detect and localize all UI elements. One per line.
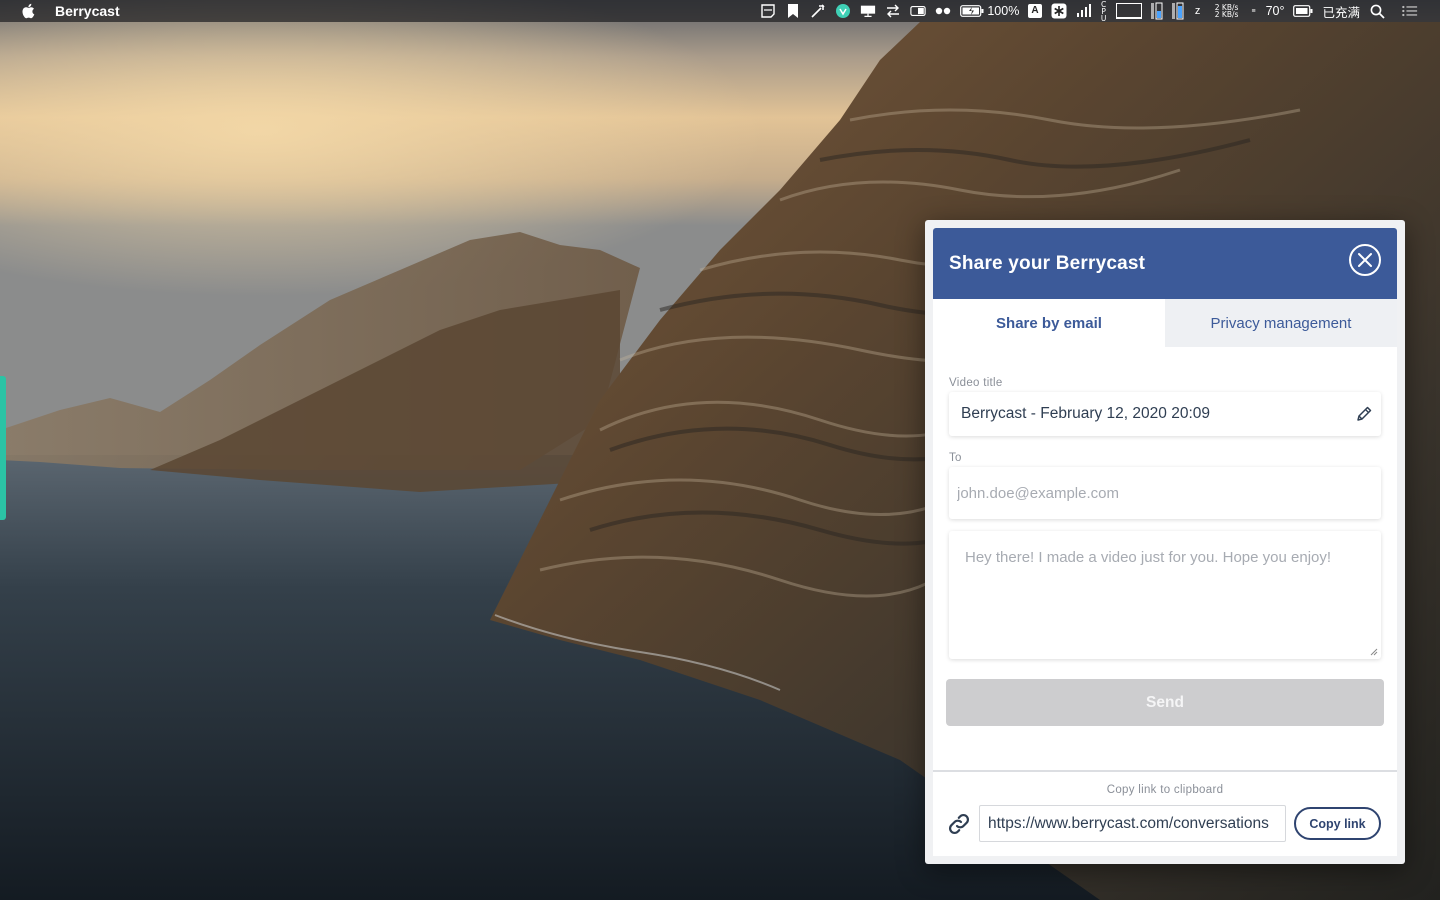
message-field[interactable] bbox=[949, 531, 1381, 659]
menu-bar: Berrycast 100% A C P U z 2 KB/s 2 KB/s ≡… bbox=[0, 0, 1440, 22]
dots-icon[interactable] bbox=[935, 4, 951, 18]
tab-privacy-management[interactable]: Privacy management bbox=[1165, 299, 1397, 347]
temp-icon: ≡ bbox=[1251, 7, 1256, 15]
asterisk-icon[interactable] bbox=[1051, 3, 1067, 19]
copy-link-label: Copy link to clipboard bbox=[1106, 784, 1224, 796]
panel-title: Share your Berrycast bbox=[949, 252, 1146, 274]
bookmark-icon[interactable] bbox=[785, 4, 801, 18]
video-title-field[interactable]: Berrycast - February 12, 2020 20:09 bbox=[949, 392, 1381, 436]
charge-status[interactable]: 已充满 bbox=[1322, 2, 1360, 21]
ssd-icon[interactable] bbox=[1150, 2, 1163, 20]
signal-icon[interactable] bbox=[1076, 4, 1092, 18]
share-form: Video title Berrycast - February 12, 202… bbox=[933, 377, 1397, 726]
share-popover: Share your Berrycast Share by email Priv… bbox=[925, 220, 1405, 864]
video-title-label: Video title bbox=[949, 377, 1003, 389]
share-url-field[interactable]: https://www.berrycast.com/conversations bbox=[979, 805, 1286, 842]
input-source-icon[interactable]: A bbox=[1028, 4, 1042, 18]
email-field-wrapper bbox=[949, 467, 1381, 519]
toggle-icon[interactable] bbox=[910, 4, 927, 18]
tab-share-by-email[interactable]: Share by email bbox=[933, 299, 1165, 347]
send-button[interactable]: Send bbox=[946, 679, 1384, 726]
battery-icon[interactable] bbox=[960, 4, 984, 18]
cpu-graph-icon[interactable] bbox=[1115, 3, 1142, 19]
message-field-wrapper bbox=[949, 531, 1381, 659]
edit-pencil-icon[interactable] bbox=[1355, 405, 1373, 423]
berrycast-side-tab[interactable] bbox=[0, 376, 6, 520]
vpn-icon[interactable] bbox=[835, 4, 851, 18]
sleep-icon[interactable]: z bbox=[1193, 4, 1203, 18]
cpu-label: C P U bbox=[1100, 0, 1107, 23]
copy-link-section: Copy link to clipboard https://www.berry… bbox=[933, 770, 1397, 856]
close-icon bbox=[1358, 253, 1372, 267]
transfer-icon[interactable] bbox=[885, 4, 901, 18]
search-icon[interactable] bbox=[1369, 4, 1385, 19]
notes-icon[interactable] bbox=[760, 4, 776, 18]
link-icon bbox=[948, 813, 970, 834]
close-button[interactable] bbox=[1349, 244, 1381, 276]
video-title-value: Berrycast - February 12, 2020 20:09 bbox=[961, 405, 1210, 422]
to-label: To bbox=[949, 452, 962, 464]
display-icon[interactable] bbox=[860, 4, 876, 18]
apple-icon[interactable] bbox=[21, 3, 35, 19]
email-field[interactable] bbox=[957, 467, 1381, 519]
resize-grip-icon[interactable] bbox=[1370, 648, 1378, 656]
disk-icon[interactable] bbox=[1171, 2, 1184, 20]
power-icon[interactable] bbox=[1293, 4, 1313, 18]
app-menu-name[interactable]: Berrycast bbox=[55, 3, 120, 19]
copy-link-button[interactable]: Copy link bbox=[1294, 807, 1381, 840]
temperature[interactable]: 70° bbox=[1266, 4, 1285, 18]
network-speed[interactable]: 2 KB/s 2 KB/s bbox=[1212, 4, 1242, 19]
status-area: 100% A C P U z 2 KB/s 2 KB/s ≡ 70° 已充满 bbox=[760, 0, 1440, 22]
share-tabs: Share by email Privacy management bbox=[933, 299, 1397, 347]
link-row: https://www.berrycast.com/conversations … bbox=[933, 805, 1397, 842]
net-down: 2 KB/s bbox=[1214, 10, 1239, 19]
list-icon[interactable] bbox=[1402, 4, 1418, 18]
panel-header: Share your Berrycast bbox=[933, 228, 1397, 299]
pen-icon[interactable] bbox=[810, 4, 826, 18]
share-panel: Share your Berrycast Share by email Priv… bbox=[933, 228, 1397, 856]
battery-percent[interactable]: 100% bbox=[987, 4, 1019, 18]
